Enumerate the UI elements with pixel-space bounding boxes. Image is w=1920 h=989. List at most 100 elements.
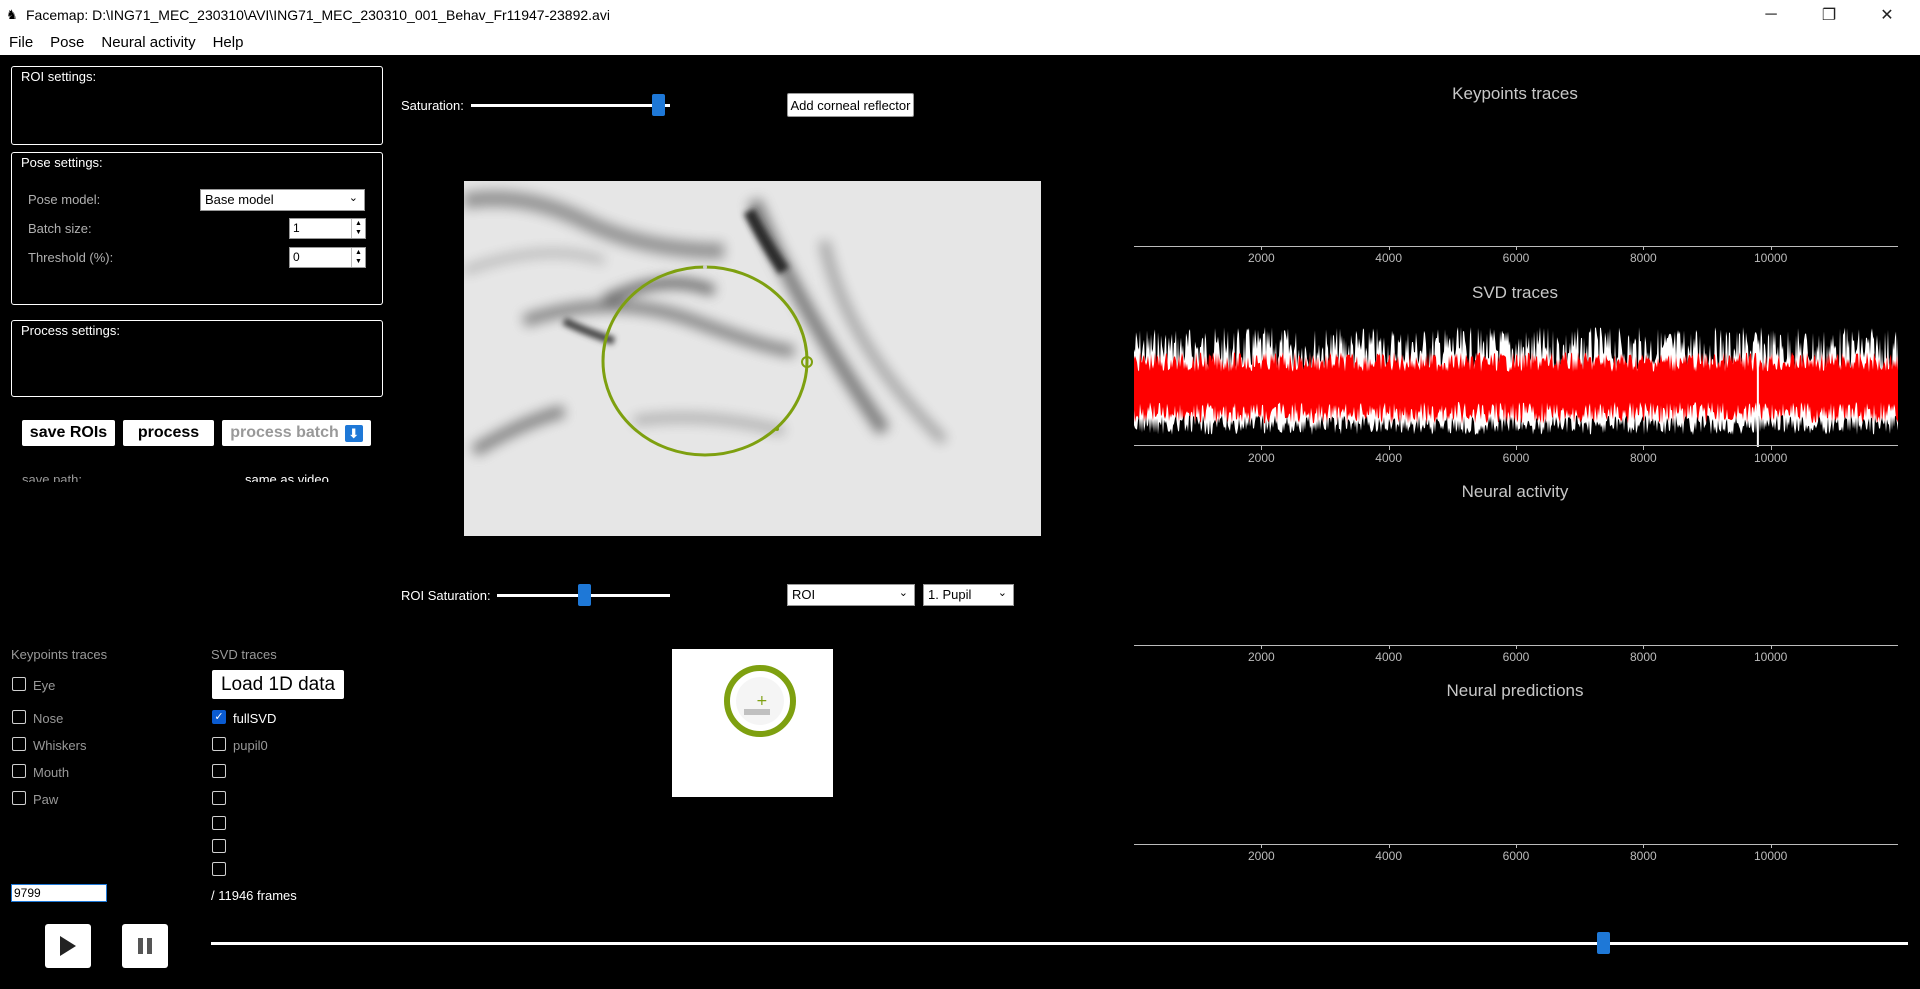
checkbox-mouth[interactable]: [12, 764, 26, 778]
play-icon: [60, 936, 76, 956]
roi-saturation-slider-handle[interactable]: [577, 584, 591, 606]
x-tick-label: 8000: [1629, 849, 1657, 863]
pose-model-label: Pose model:: [28, 192, 101, 207]
play-button[interactable]: [45, 924, 91, 968]
checkbox-svd-4[interactable]: [212, 791, 226, 805]
process-batch-button[interactable]: process batch ⬇: [222, 420, 371, 446]
roi-type-select[interactable]: ROI ⌄: [787, 584, 915, 606]
menu-help[interactable]: Help: [204, 34, 252, 51]
frame-number-value: 9799: [14, 886, 41, 900]
x-tick-mark: [1261, 645, 1263, 649]
save-rois-button[interactable]: save ROIs: [22, 420, 115, 446]
x-tick-mark: [1261, 446, 1263, 450]
pose-model-select[interactable]: Base model ⌄: [200, 189, 365, 211]
save-path-value: same as video: [245, 472, 329, 482]
x-tick-mark: [1388, 645, 1390, 649]
batch-size-value: 1: [293, 221, 300, 235]
x-tick-label: 2000: [1247, 251, 1275, 265]
saturation-label: Saturation:: [401, 98, 464, 113]
threshold-spinbox[interactable]: 0 ▲ ▼: [289, 247, 366, 268]
add-corneal-reflector-button[interactable]: Add corneal reflector: [787, 93, 914, 117]
x-tick-label: 8000: [1629, 251, 1657, 265]
checkbox-nose[interactable]: [12, 710, 26, 724]
checkbox-fullsvd[interactable]: ✓: [212, 710, 226, 724]
x-tick-mark: [1516, 645, 1517, 649]
x-tick-label: 6000: [1502, 849, 1530, 863]
checkbox-svd-3[interactable]: [212, 764, 226, 778]
chevron-down-icon: ⌄: [898, 587, 908, 599]
spin-arrows-icon[interactable]: ▲ ▼: [351, 219, 365, 238]
x-tick-label: 2000: [1247, 849, 1275, 863]
x-tick-mark: [1770, 645, 1772, 649]
x-tick-label: 4000: [1375, 650, 1403, 664]
roi-select[interactable]: 1. Pupil ⌄: [923, 584, 1014, 606]
saturation-slider-track[interactable]: [471, 104, 670, 107]
minimize-icon: ─: [1765, 5, 1777, 23]
save-path-row: save path: same as video: [0, 472, 384, 482]
checkbox-svd-7[interactable]: [212, 862, 226, 876]
checkbox-paw[interactable]: [12, 791, 26, 805]
roi-handle-top[interactable]: [703, 265, 707, 269]
x-tick-mark: [1516, 844, 1517, 848]
video-frame[interactable]: [464, 181, 1041, 536]
x-tick-mark: [1643, 844, 1645, 848]
batch-size-label: Batch size:: [28, 221, 92, 236]
restore-button[interactable]: ❐: [1800, 0, 1858, 29]
roi-settings-title: ROI settings:: [21, 69, 97, 84]
load-1d-data-button[interactable]: Load 1D data: [212, 670, 344, 699]
window-title: Facemap: D:\ING71_MEC_230310\AVI\ING71_M…: [26, 6, 610, 23]
checkbox-svd-6[interactable]: [212, 839, 226, 853]
checkbox-eye[interactable]: [12, 677, 26, 691]
x-tick-label: 4000: [1375, 451, 1403, 465]
pause-button[interactable]: [122, 924, 168, 968]
x-tick-mark: [1770, 446, 1772, 450]
menu-neural-activity[interactable]: Neural activity: [92, 34, 203, 51]
x-tick-mark: [1388, 446, 1390, 450]
frame-slider-handle[interactable]: [1596, 932, 1610, 954]
spin-arrows-icon[interactable]: ▲ ▼: [351, 248, 365, 267]
roi-saturation-label: ROI Saturation:: [401, 588, 491, 603]
roi-settings-group: ROI settings:: [11, 66, 383, 145]
checkbox-pupil0[interactable]: [212, 737, 226, 751]
roi-handle-small[interactable]: [775, 427, 779, 431]
svd-trace-plot: [1134, 307, 1898, 447]
x-tick-label: 2000: [1247, 451, 1275, 465]
process-batch-label: process batch: [230, 424, 339, 441]
svd-panel-title: SVD traces: [1472, 283, 1558, 302]
frame-slider-track[interactable]: [211, 942, 1908, 945]
menu-pose[interactable]: Pose: [41, 34, 92, 51]
x-tick-label: 6000: [1502, 650, 1530, 664]
process-settings-group: Process settings:: [11, 320, 383, 397]
restore-icon: ❐: [1821, 6, 1837, 24]
process-button[interactable]: process: [123, 420, 214, 446]
pose-settings-title: Pose settings:: [21, 155, 103, 170]
checkbox-svd-5[interactable]: [212, 816, 226, 830]
chevron-down-icon: ⌄: [997, 587, 1007, 599]
x-tick-label: 8000: [1629, 650, 1657, 664]
pose-model-value: Base model: [205, 192, 274, 207]
x-tick-mark: [1643, 246, 1645, 250]
title-bar: ♞ Facemap: D:\ING71_MEC_230310\AVI\ING71…: [0, 0, 1920, 29]
x-tick-label: 4000: [1375, 849, 1403, 863]
minimize-button[interactable]: ─: [1742, 0, 1800, 29]
checkbox-whiskers[interactable]: [12, 737, 26, 751]
frame-number-input[interactable]: 9799: [11, 884, 107, 902]
keypoints-panel-title: Keypoints traces: [1452, 84, 1578, 103]
batch-size-spinbox[interactable]: 1 ▲ ▼: [289, 218, 366, 239]
saturation-slider-handle[interactable]: [652, 94, 666, 116]
x-tick-mark: [1770, 844, 1772, 848]
menu-file[interactable]: File: [0, 34, 41, 51]
x-tick-mark: [1516, 246, 1517, 250]
threshold-label: Threshold (%):: [28, 250, 114, 265]
roi-select-value: 1. Pupil: [928, 587, 972, 602]
x-tick-label: 8000: [1629, 451, 1657, 465]
x-tick-mark: [1388, 246, 1390, 250]
x-tick-label: 6000: [1502, 251, 1530, 265]
x-tick-mark: [1770, 246, 1772, 250]
close-button[interactable]: ✕: [1858, 0, 1916, 29]
x-tick-label: 10000: [1753, 849, 1788, 863]
total-frames-label: / 11946 frames: [211, 888, 297, 903]
x-tick-label: 10000: [1753, 650, 1788, 664]
threshold-value: 0: [293, 250, 300, 264]
roi-type-value: ROI: [792, 587, 816, 602]
